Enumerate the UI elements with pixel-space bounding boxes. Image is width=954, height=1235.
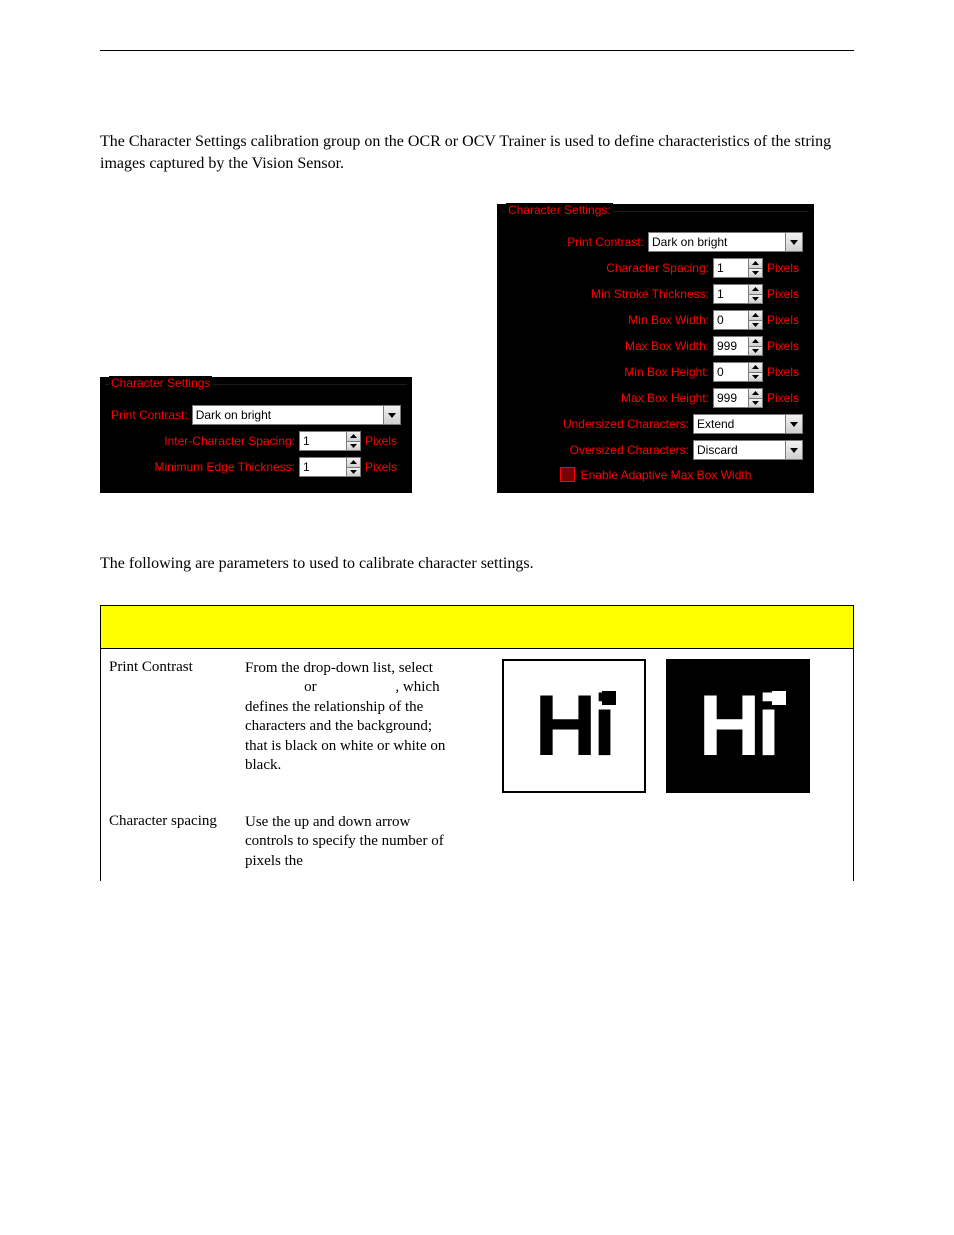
spinner-down-icon[interactable]: [748, 399, 763, 409]
oversized-characters-dropdown[interactable]: Discard: [693, 440, 803, 460]
spinner-down-icon[interactable]: [346, 442, 361, 452]
min-stroke-thickness-stepper[interactable]: 1: [713, 284, 763, 304]
spinner-up-icon[interactable]: [346, 457, 361, 468]
max-box-height-stepper[interactable]: 999: [713, 388, 763, 408]
spinner-down-icon[interactable]: [748, 373, 763, 383]
panel-legend: Character Settings: [109, 376, 212, 390]
unit-label: Pixels: [767, 261, 803, 275]
dot-icon: [602, 691, 616, 705]
spinner-up-icon[interactable]: [748, 284, 763, 295]
panel-legend: Character Settings:: [506, 203, 613, 217]
intro-paragraph: The Character Settings calibration group…: [100, 131, 854, 174]
character-spacing-label: Character Spacing:: [606, 261, 709, 275]
param-description-cell: From the drop-down list, select xxxxxx o…: [237, 649, 458, 803]
spinner-up-icon[interactable]: [748, 310, 763, 321]
print-contrast-dropdown[interactable]: Dark on bright: [648, 232, 803, 252]
chevron-down-icon[interactable]: [785, 414, 803, 434]
enable-adaptive-label: Enable Adaptive Max Box Width: [581, 468, 752, 482]
unit-label: Pixels: [767, 287, 803, 301]
print-contrast-dropdown[interactable]: Dark on bright: [192, 405, 401, 425]
dot-icon: [772, 691, 786, 705]
minimum-edge-thickness-label: Minimum Edge Thickness:: [155, 460, 296, 474]
example-bright-on-dark: Hi: [666, 659, 810, 793]
spinner-down-icon[interactable]: [748, 269, 763, 279]
spinner-down-icon[interactable]: [346, 468, 361, 478]
inter-character-spacing-stepper[interactable]: 1: [299, 431, 361, 451]
spinner-up-icon[interactable]: [748, 388, 763, 399]
character-settings-panel-extended: Character Settings: Print Contrast: Dark…: [497, 204, 814, 493]
spinner-up-icon[interactable]: [748, 336, 763, 347]
unit-label: Pixels: [365, 434, 401, 448]
unit-label: Pixels: [767, 365, 803, 379]
min-box-width-stepper[interactable]: 0: [713, 310, 763, 330]
top-rule: [100, 50, 854, 51]
table-row: Print Contrast From the drop-down list, …: [101, 649, 853, 803]
chevron-down-icon[interactable]: [785, 440, 803, 460]
unit-label: Pixels: [767, 391, 803, 405]
minimum-edge-thickness-stepper[interactable]: 1: [299, 457, 361, 477]
param-example-cell: Hi Hi: [458, 649, 853, 803]
chevron-down-icon[interactable]: [383, 405, 401, 425]
chevron-down-icon[interactable]: [785, 232, 803, 252]
spinner-down-icon[interactable]: [748, 347, 763, 357]
min-box-height-stepper[interactable]: 0: [713, 362, 763, 382]
param-example-cell: [458, 803, 853, 882]
max-box-height-label: Max Box Height:: [621, 391, 709, 405]
spinner-up-icon[interactable]: [748, 362, 763, 373]
param-description-cell: Use the up and down arrow controls to sp…: [237, 803, 458, 882]
print-contrast-label: Print Contrast:: [567, 235, 644, 249]
inter-character-spacing-label: Inter-Character Spacing:: [164, 434, 295, 448]
min-box-width-label: Min Box Width:: [628, 313, 709, 327]
table-header: [101, 606, 853, 649]
max-box-width-label: Max Box Width:: [625, 339, 709, 353]
enable-adaptive-checkbox[interactable]: [560, 467, 575, 482]
unit-label: Pixels: [767, 313, 803, 327]
min-stroke-thickness-label: Min Stroke Thickness:: [591, 287, 709, 301]
spinner-down-icon[interactable]: [748, 321, 763, 331]
spinner-down-icon[interactable]: [748, 295, 763, 305]
unit-label: Pixels: [365, 460, 401, 474]
undersized-characters-label: Undersized Characters:: [563, 417, 689, 431]
spinner-up-icon[interactable]: [748, 258, 763, 269]
param-name-cell: Character spacing: [101, 803, 237, 882]
params-intro-paragraph: The following are parameters to used to …: [100, 553, 854, 575]
character-spacing-stepper[interactable]: 1: [713, 258, 763, 278]
param-name-cell: Print Contrast: [101, 649, 237, 803]
undersized-characters-dropdown[interactable]: Extend: [693, 414, 803, 434]
unit-label: Pixels: [767, 339, 803, 353]
max-box-width-stepper[interactable]: 999: [713, 336, 763, 356]
example-dark-on-bright: Hi: [502, 659, 646, 793]
character-settings-panel-basic: Character Settings Print Contrast: Dark …: [100, 377, 412, 493]
print-contrast-label: Print Contrast:: [111, 408, 188, 422]
spinner-up-icon[interactable]: [346, 431, 361, 442]
table-row: Character spacing Use the up and down ar…: [101, 803, 853, 882]
oversized-characters-label: Oversized Characters:: [570, 443, 689, 457]
min-box-height-label: Min Box Height:: [624, 365, 709, 379]
character-settings-parameters-table: Print Contrast From the drop-down list, …: [100, 605, 854, 882]
